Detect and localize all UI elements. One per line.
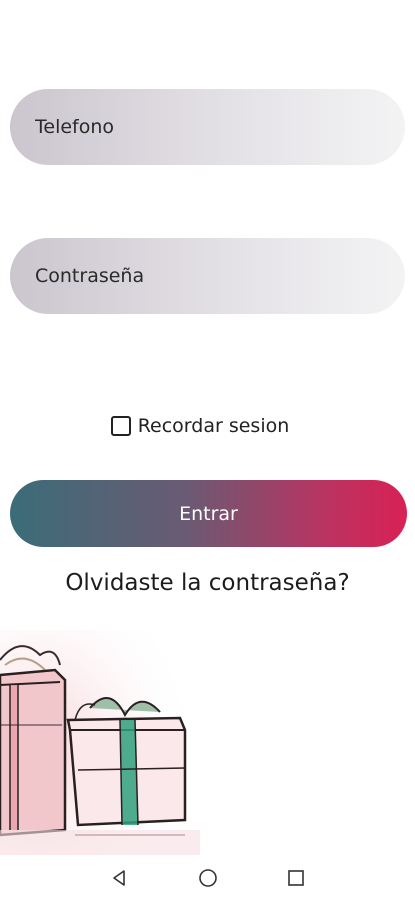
recents-icon[interactable] (285, 867, 307, 889)
password-input[interactable] (33, 264, 377, 288)
password-field[interactable] (10, 238, 405, 314)
remember-label[interactable]: Recordar sesion (138, 415, 290, 437)
phone-field[interactable] (10, 89, 405, 165)
home-icon[interactable] (197, 867, 219, 889)
login-button-label: Entrar (179, 502, 238, 525)
back-icon[interactable] (108, 867, 130, 889)
remember-session: Recordar sesion (0, 415, 415, 437)
gift-boxes-illustration (0, 630, 200, 855)
forgot-password-link[interactable]: Olvidaste la contraseña? (0, 570, 415, 596)
login-button[interactable]: Entrar (10, 480, 407, 547)
phone-input[interactable] (33, 115, 377, 139)
remember-checkbox[interactable] (110, 416, 131, 436)
system-navbar (0, 855, 415, 900)
